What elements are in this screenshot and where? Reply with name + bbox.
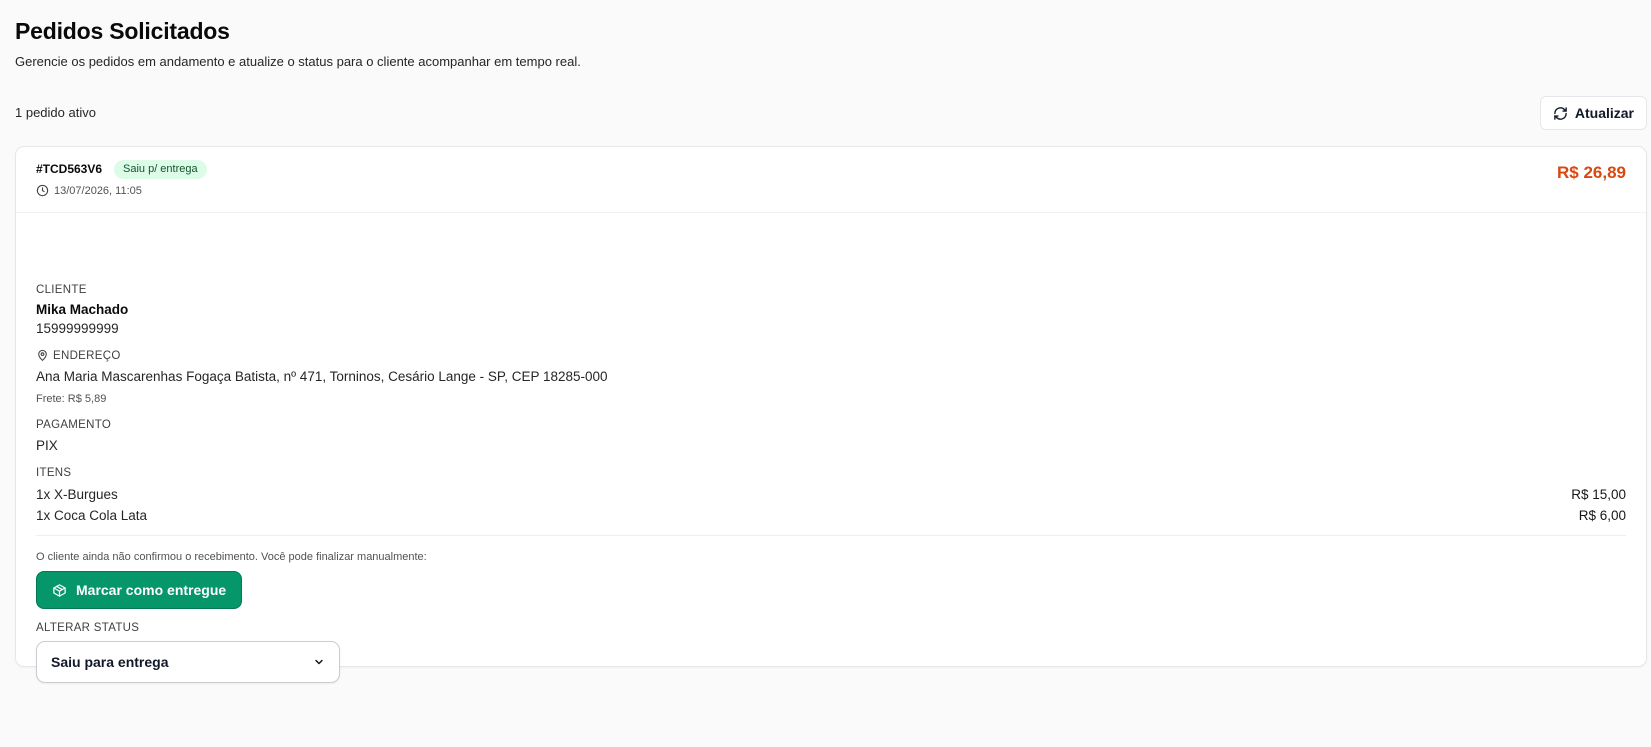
list-item: 1x X-Burgues R$ 15,00 <box>36 487 1626 502</box>
mark-delivered-label: Marcar como entregue <box>76 582 227 598</box>
page-title: Pedidos Solicitados <box>15 18 230 44</box>
mark-delivered-button[interactable]: Marcar como entregue <box>36 571 243 609</box>
order-date: 13/07/2026, 11:05 <box>36 184 142 197</box>
order-card: #TCD563V6 Saiu p/ entrega 13/07/2026, 11… <box>15 146 1647 683</box>
status-change-label: ALTERAR STATUS <box>36 622 140 634</box>
chevron-down-icon <box>313 656 325 668</box>
refresh-icon <box>1553 106 1568 121</box>
item-price: R$ 6,00 <box>1578 508 1626 523</box>
order-total: R$ 26,89 <box>1557 163 1626 182</box>
order-card-header: #TCD563V6 Saiu p/ entrega 13/07/2026, 11… <box>16 147 1646 213</box>
payment-label: PAGAMENTO <box>36 419 112 431</box>
client-label: CLIENTE <box>36 284 87 296</box>
client-phone: 15999999999 <box>36 321 119 336</box>
list-item: 1x Coca Cola Lata R$ 6,00 <box>36 508 1626 523</box>
status-badge: Saiu p/ entrega <box>114 160 207 179</box>
item-price: R$ 15,00 <box>1571 487 1626 502</box>
status-select[interactable]: Saiu para entrega <box>36 641 340 683</box>
active-order-count: 1 pedido ativo <box>15 105 96 120</box>
refresh-button[interactable]: Atualizar <box>1539 96 1647 130</box>
address-label: ENDEREÇO <box>36 349 121 362</box>
refresh-button-label: Atualizar <box>1574 105 1634 121</box>
orders-page: Pedidos Solicitados Gerencie os pedidos … <box>0 0 1651 747</box>
map-pin-icon <box>36 349 49 362</box>
package-icon <box>52 583 67 598</box>
address-value: Ana Maria Mascarenhas Fogaça Batista, nº… <box>36 369 608 384</box>
status-select-value: Saiu para entrega <box>51 654 169 670</box>
address-label-text: ENDEREÇO <box>53 349 121 362</box>
page-subtitle: Gerencie os pedidos em andamento e atual… <box>15 54 581 69</box>
divider <box>36 535 1626 536</box>
item-name: 1x Coca Cola Lata <box>36 508 148 523</box>
item-name: 1x X-Burgues <box>36 487 118 502</box>
shipping-fee: Frete: R$ 5,89 <box>36 393 107 405</box>
manual-finish-hint: O cliente ainda não confirmou o recebime… <box>36 551 427 563</box>
clock-icon <box>36 184 49 197</box>
items-label: ITENS <box>36 467 72 479</box>
order-id: #TCD563V6 <box>36 162 103 176</box>
payment-value: PIX <box>36 438 58 453</box>
client-name: Mika Machado <box>36 302 129 317</box>
order-date-text: 13/07/2026, 11:05 <box>54 184 142 197</box>
